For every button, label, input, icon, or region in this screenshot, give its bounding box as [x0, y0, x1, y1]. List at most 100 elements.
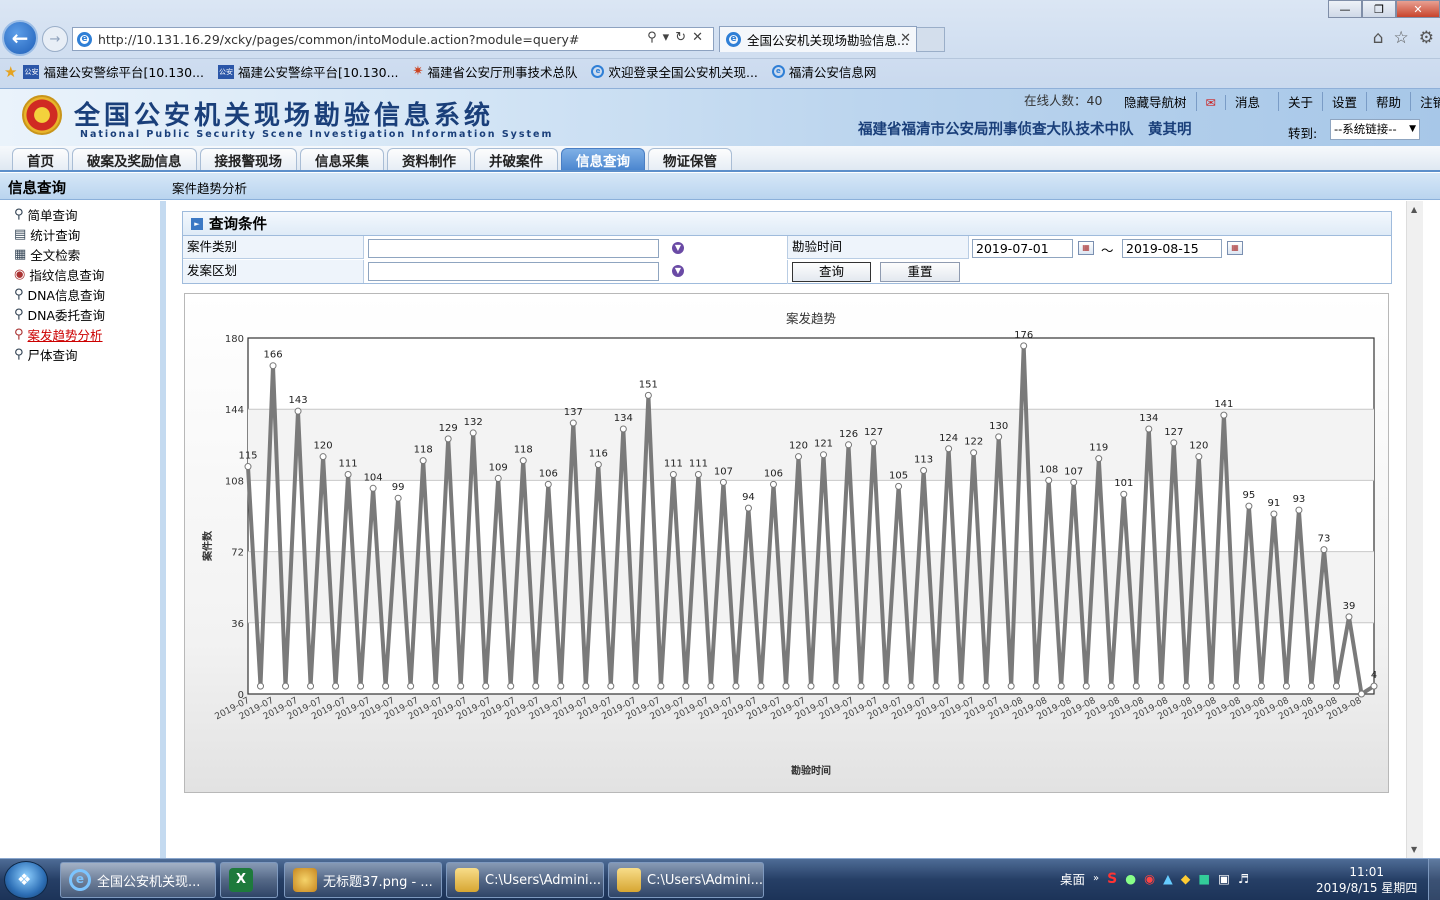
- case-type-input[interactable]: [368, 239, 659, 258]
- favorite-link[interactable]: ✷ 福建省公安厅刑事技术总队: [413, 62, 578, 81]
- system-links-select[interactable]: --系统链接-- ▼: [1330, 119, 1420, 140]
- help-link[interactable]: 帮助: [1366, 92, 1410, 111]
- data-point: [1082, 682, 1090, 690]
- hide-nav-tree-link[interactable]: 隐藏导航树: [1124, 92, 1196, 111]
- shield-icon[interactable]: ▲: [1163, 871, 1173, 886]
- tab-case-rewards[interactable]: 破案及奖励信息: [72, 148, 197, 170]
- antivirus-icon[interactable]: ◉: [1144, 871, 1155, 886]
- data-point: [1332, 682, 1340, 690]
- search-button[interactable]: 查询: [792, 262, 871, 282]
- browser-tab[interactable]: e 全国公安机关现场勘验信息... ✕: [719, 26, 917, 52]
- magnifier-icon: ⚲: [14, 287, 24, 302]
- sidebar-item-fingerprint[interactable]: ◉ 指纹信息查询: [14, 265, 104, 284]
- taskbar-item-excel[interactable]: X: [220, 862, 278, 898]
- tab-info-query[interactable]: 信息查询: [561, 148, 645, 170]
- home-icon[interactable]: ⌂: [1373, 28, 1384, 48]
- sidebar-item-statistics[interactable]: ▤ 统计查询: [14, 225, 80, 244]
- restore-button[interactable]: ❐: [1362, 0, 1396, 18]
- case-type-dropdown-icon[interactable]: ▼: [672, 242, 684, 254]
- browser-tools: ⌂ ☆ ⚙: [1373, 28, 1434, 48]
- data-label: 4: [1371, 670, 1377, 681]
- expand-icon[interactable]: »: [1093, 873, 1099, 884]
- sidebar-item-trend-analysis[interactable]: ⚲ 案发趋势分析: [14, 325, 103, 344]
- plot-area: [247, 337, 1375, 695]
- close-window-button[interactable]: ✕: [1396, 0, 1440, 18]
- taskbar-item-paint[interactable]: 无标题37.png - ...: [284, 862, 442, 898]
- logout-link[interactable]: 注销: [1410, 92, 1440, 111]
- data-point: [632, 682, 640, 690]
- area-dropdown-icon[interactable]: ▼: [672, 265, 684, 277]
- data-label: 39: [1343, 601, 1356, 612]
- settings-link[interactable]: 设置: [1322, 92, 1366, 111]
- tab-material-production[interactable]: 资料制作: [387, 148, 471, 170]
- area-input[interactable]: [368, 262, 659, 281]
- sidebar-item-dna-entrust[interactable]: ⚲ DNA委托查询: [14, 305, 105, 324]
- window-controls: — ❐ ✕: [1328, 0, 1440, 18]
- breadcrumb: 案件趋势分析: [172, 181, 248, 196]
- messages-link[interactable]: ✉ 消息: [1195, 92, 1279, 111]
- expand-icon[interactable]: ►: [191, 217, 203, 230]
- network-icon[interactable]: ●: [1125, 871, 1136, 886]
- tab-alarm-scene[interactable]: 接报警现场: [199, 148, 297, 170]
- sidebar-item-simple-query[interactable]: ⚲ 简单查询: [14, 205, 78, 224]
- data-point: [1120, 490, 1128, 498]
- favorite-link[interactable]: e 福清公安信息网: [771, 62, 876, 81]
- star-icon[interactable]: ☆: [1394, 28, 1409, 48]
- back-button[interactable]: ←: [2, 20, 38, 56]
- favorites-star-icon[interactable]: ★: [4, 63, 17, 81]
- about-link[interactable]: 关于: [1278, 92, 1322, 111]
- date-from-input[interactable]: 2019-07-01: [972, 239, 1073, 258]
- favorite-link[interactable]: e 欢迎登录全国公安机关现...: [591, 62, 758, 81]
- top-links: 隐藏导航树 ✉ 消息 关于 设置 帮助 注销: [1124, 92, 1440, 111]
- desktop-toolbar[interactable]: 桌面: [1060, 869, 1085, 888]
- tab-merged-cases[interactable]: 并破案件: [474, 148, 558, 170]
- sogou-icon[interactable]: S: [1107, 871, 1117, 887]
- date-to-input[interactable]: 2019-08-15: [1122, 239, 1222, 258]
- favorite-link[interactable]: 公安 福建公安警综平台[10.130...: [218, 62, 399, 81]
- data-point: [957, 682, 965, 690]
- sidebar-item-corpse-query[interactable]: ⚲ 尸体查询: [14, 345, 78, 364]
- data-label: 137: [564, 407, 583, 418]
- favorite-link[interactable]: 公安 福建公安警综平台[10.130...: [23, 62, 204, 81]
- date-separator: ～: [1101, 243, 1114, 258]
- data-point: [1132, 682, 1140, 690]
- clock[interactable]: 11:01 2019/8/15 星期四: [1316, 864, 1417, 896]
- show-desktop-button[interactable]: [1428, 859, 1440, 900]
- calendar-icon[interactable]: ▦: [1078, 241, 1094, 255]
- data-label: 99: [392, 482, 405, 493]
- volume-icon[interactable]: ♬: [1238, 871, 1249, 886]
- reset-button[interactable]: 重置: [880, 262, 960, 282]
- close-tab-icon[interactable]: ✕: [900, 31, 911, 46]
- address-controls-icon[interactable]: ⚲▾↻✕: [647, 30, 709, 45]
- guard-icon[interactable]: ■: [1198, 871, 1210, 886]
- arrow-left-icon: ←: [11, 26, 29, 50]
- vertical-scrollbar[interactable]: ▲ ▼: [1406, 201, 1423, 858]
- scroll-up-icon[interactable]: ▲: [1411, 205, 1417, 214]
- calendar-icon[interactable]: ▦: [1227, 241, 1243, 255]
- data-point: [1070, 478, 1078, 486]
- minimize-button[interactable]: —: [1328, 0, 1362, 18]
- taskbar-item-explorer[interactable]: C:\Users\Admini...: [608, 862, 764, 898]
- y-axis-ticks: 03672108144180: [225, 334, 244, 701]
- data-point: [1345, 613, 1353, 621]
- forward-button[interactable]: →: [42, 26, 68, 52]
- scroll-down-icon[interactable]: ▼: [1411, 845, 1417, 854]
- tab-info-collection[interactable]: 信息采集: [300, 148, 384, 170]
- tab-evidence-storage[interactable]: 物证保管: [648, 148, 732, 170]
- address-url[interactable]: http://10.131.16.29/xcky/pages/common/in…: [98, 32, 579, 47]
- taskbar-item-explorer[interactable]: C:\Users\Admini...: [446, 862, 604, 898]
- gear-icon[interactable]: ⚙: [1419, 28, 1434, 48]
- data-label: 106: [764, 468, 783, 479]
- query-panel-header: ► 查询条件: [183, 212, 1391, 236]
- monitor-icon[interactable]: ▣: [1218, 871, 1230, 886]
- tab-home[interactable]: 首页: [12, 148, 69, 170]
- data-label: 95: [1243, 490, 1256, 501]
- start-button[interactable]: ❖: [4, 861, 48, 899]
- sidebar-item-dna-info[interactable]: ⚲ DNA信息查询: [14, 285, 105, 304]
- security-icon[interactable]: ◆: [1181, 871, 1191, 886]
- address-bar[interactable]: e http://10.131.16.29/xcky/pages/common/…: [72, 27, 714, 51]
- new-tab-button[interactable]: [917, 27, 945, 52]
- data-label: 119: [1089, 443, 1108, 454]
- sidebar-item-fulltext[interactable]: ▦ 全文检索: [14, 245, 80, 264]
- taskbar-item-ie[interactable]: e 全国公安机关现...: [60, 862, 216, 898]
